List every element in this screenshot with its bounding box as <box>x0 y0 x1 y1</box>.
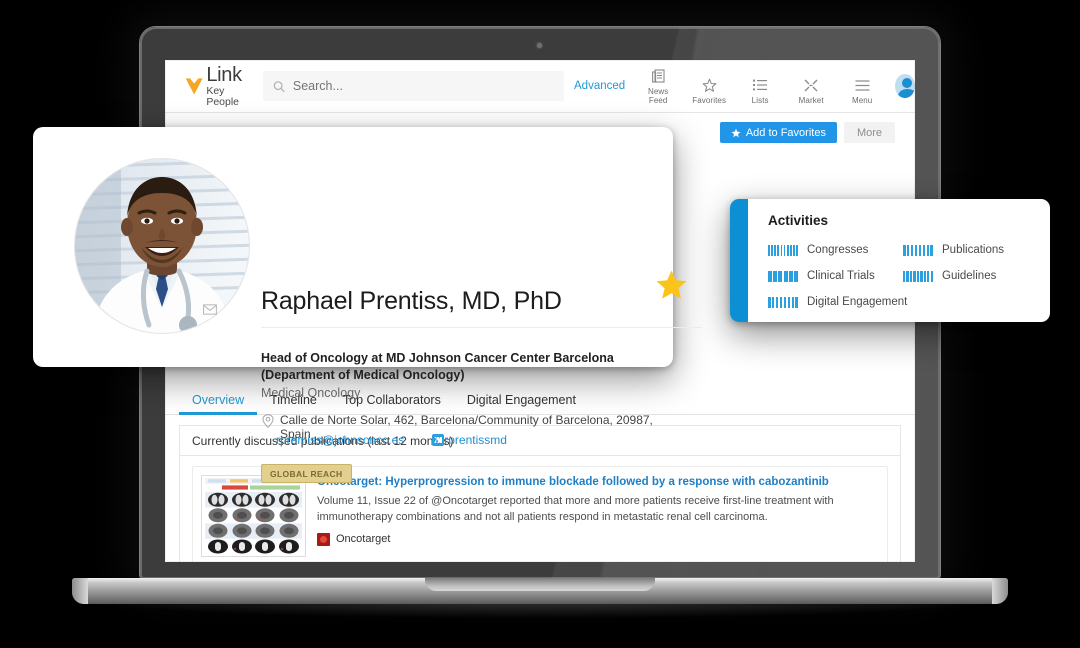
publication-title[interactable]: Oncotarget: Hyperprogression to immune b… <box>317 475 879 490</box>
publication-source-name: Oncotarget <box>336 533 391 546</box>
publication-source: Oncotarget <box>317 532 879 546</box>
doctor-portrait-avatar <box>75 159 249 333</box>
mail-icon <box>203 304 217 315</box>
news-feed-icon <box>639 68 677 85</box>
profile-twitter-handle: rprentissmd <box>444 433 507 447</box>
nav-item-market[interactable]: Market <box>792 77 830 105</box>
activity-label: Publications <box>942 244 1005 256</box>
app-logo[interactable]: Link Key People <box>184 65 252 107</box>
nav-label: Menu <box>851 95 873 105</box>
nav-label: Favorites <box>692 95 727 105</box>
nav-label: News Feed <box>647 86 669 105</box>
logo-title: Link <box>206 64 242 86</box>
activities-list: Congresses Publications Clinical Trials … <box>768 237 1038 315</box>
star-outline-icon <box>690 77 728 94</box>
more-button[interactable]: More <box>843 122 895 143</box>
profile-specialty: Medical Oncology <box>261 386 361 400</box>
advanced-search-link[interactable]: Advanced <box>574 80 625 92</box>
top-nav: News Feed Favorites Lists Market Menu <box>639 68 881 105</box>
profile-twitter-link[interactable]: rprentissmd <box>432 433 507 447</box>
activity-item-digital-engagement[interactable]: Digital Engagement <box>768 289 1038 315</box>
star-filled-icon <box>731 128 741 137</box>
activities-accent-bar <box>730 199 748 322</box>
screenshot-root: Link Key People Advanced News Feed <box>0 0 1080 648</box>
activity-label: Clinical Trials <box>807 270 875 282</box>
laptop-base-left-edge <box>72 578 88 604</box>
nav-item-menu[interactable]: Menu <box>843 77 881 105</box>
ct-scan-grid-thumbnail <box>201 475 306 557</box>
nav-label: Lists <box>751 95 769 105</box>
app-header: Link Key People Advanced News Feed <box>165 60 915 113</box>
activity-item-congresses[interactable]: Congresses <box>768 237 903 263</box>
doctor-portrait <box>75 159 249 333</box>
activity-item-guidelines[interactable]: Guidelines <box>903 263 1038 289</box>
status-badge: GLOBAL REACH <box>261 464 352 483</box>
search-icon <box>273 80 285 92</box>
list-icon <box>741 77 779 94</box>
profile-email-link[interactable]: rprentiss@johnsoncc.es <box>276 433 404 447</box>
activity-label: Guidelines <box>942 270 997 282</box>
nav-item-news-feed[interactable]: News Feed <box>639 68 677 105</box>
activity-label: Digital Engagement <box>807 296 908 308</box>
tab-digital-engagement[interactable]: Digital Engagement <box>454 393 589 414</box>
activities-card: Activities Congresses Publications Clini… <box>730 199 1050 322</box>
page-title: Raphael Prentiss, MD, PhD <box>261 287 562 315</box>
twitter-icon <box>432 434 445 446</box>
activity-bars <box>768 244 799 256</box>
activity-label: Congresses <box>807 244 869 256</box>
profile-actions: Add to Favorites More <box>719 122 895 143</box>
logo-text-block: Link Key People <box>206 65 251 107</box>
laptop-camera-icon <box>537 43 542 48</box>
profile-role: Head of Oncology at MD Johnson Cancer Ce… <box>261 351 614 382</box>
search-bar[interactable] <box>262 71 564 101</box>
tab-overview[interactable]: Overview <box>179 393 258 415</box>
hamburger-icon <box>843 77 881 94</box>
logo-subtitle: Key People <box>206 85 240 108</box>
add-to-favorites-label: Add to Favorites <box>745 126 826 139</box>
activity-bars <box>903 244 933 256</box>
laptop-base <box>72 578 1008 604</box>
user-avatar[interactable] <box>895 74 915 98</box>
search-input[interactable] <box>292 79 554 93</box>
activity-bars <box>903 270 933 282</box>
activity-item-publications[interactable]: Publications <box>903 237 1038 263</box>
title-divider <box>261 327 701 328</box>
laptop-base-right-edge <box>992 578 1008 604</box>
nav-label: Market <box>798 95 824 105</box>
publication-text: Oncotarget: Hyperprogression to immune b… <box>317 475 879 557</box>
nav-item-lists[interactable]: Lists <box>741 77 779 105</box>
market-icon <box>792 77 830 94</box>
v-logo-icon <box>185 78 203 95</box>
publication-description: Volume 11, Issue 22 of @Oncotarget repor… <box>317 494 834 523</box>
activity-bars <box>768 296 798 308</box>
favorite-star-icon[interactable] <box>655 269 688 301</box>
oncotarget-logo-icon <box>317 532 330 546</box>
nav-item-favorites[interactable]: Favorites <box>690 77 728 105</box>
add-to-favorites-button[interactable]: Add to Favorites <box>719 122 837 143</box>
profile-contact-links: rprentiss@johnsoncc.es rprentissmd <box>276 433 507 447</box>
location-pin-icon <box>262 414 274 428</box>
activities-title: Activities <box>768 213 829 228</box>
profile-card: Raphael Prentiss, MD, PhD Head of Oncolo… <box>33 127 701 483</box>
activity-item-clinical-trials[interactable]: Clinical Trials <box>768 263 903 289</box>
activity-bars <box>768 270 799 282</box>
